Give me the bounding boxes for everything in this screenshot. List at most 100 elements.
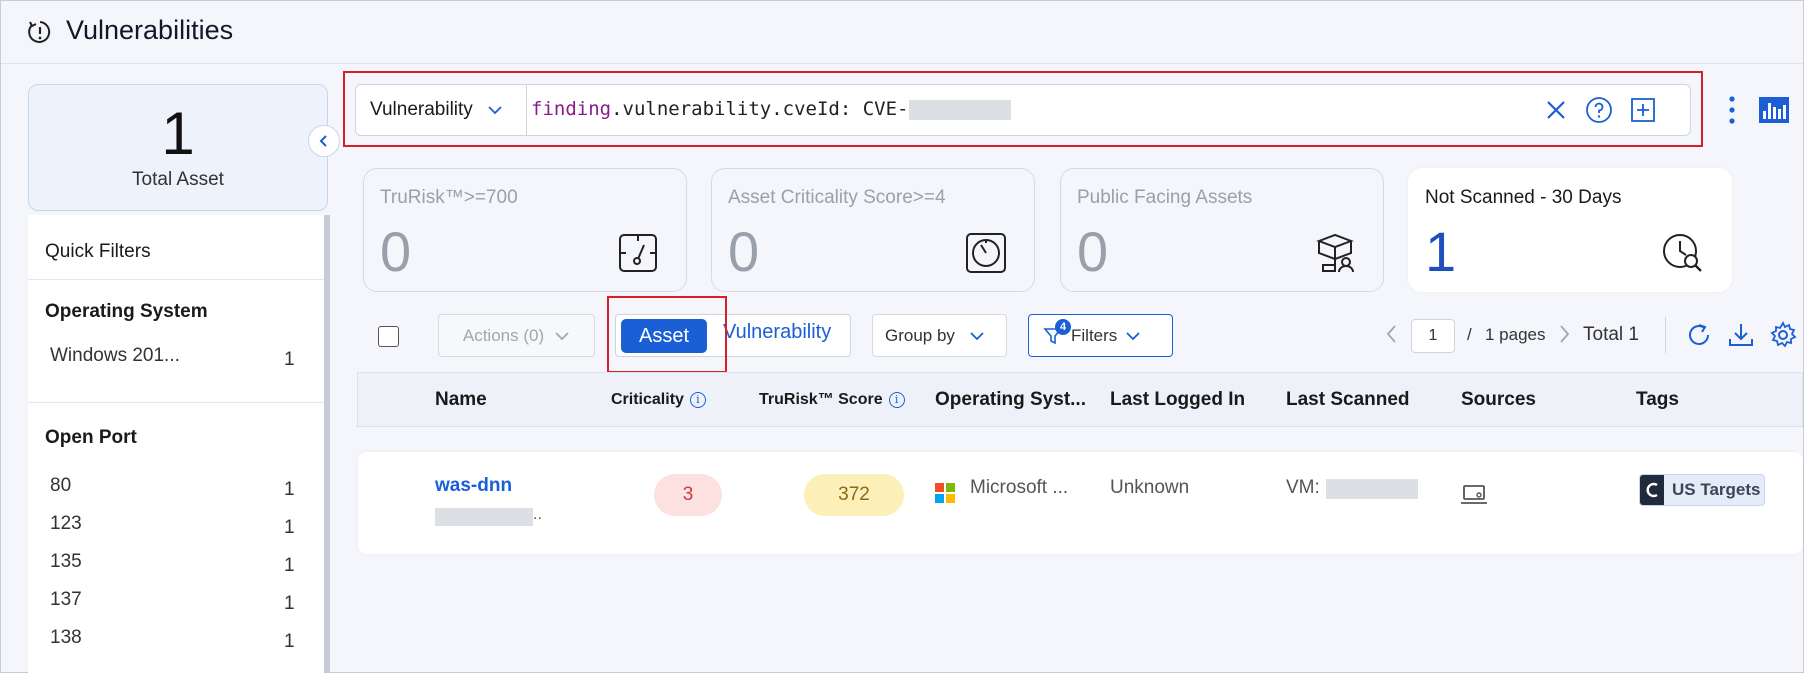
help-button[interactable]: [1585, 96, 1613, 124]
help-icon: [1586, 97, 1612, 123]
download-icon[interactable]: [1727, 321, 1755, 349]
query-text: .vulnerability.cveId: CVE-: [611, 98, 909, 120]
info-icon[interactable]: i: [888, 391, 905, 408]
stat-card-trurisk[interactable]: TruRisk™>=700 0: [363, 168, 687, 292]
last-logged-in-value: Unknown: [1110, 477, 1190, 498]
filter-item-label: Windows 201...: [50, 345, 180, 366]
chevron-down-icon: [488, 106, 502, 115]
search-query[interactable]: finding.vulnerability.cveId: CVE-: [531, 98, 1011, 120]
filter-item-port[interactable]: 123 1: [28, 513, 324, 543]
filter-item-port[interactable]: 138 1: [28, 627, 324, 657]
column-header-last-logged-in[interactable]: Last Logged In: [1110, 389, 1245, 411]
query-keyword: finding: [531, 98, 612, 120]
stat-label: Public Facing Assets: [1077, 187, 1253, 208]
filter-item-count: 1: [284, 349, 295, 370]
last-scanned-prefix: VM:: [1286, 477, 1320, 498]
chevron-left-icon: [319, 135, 327, 147]
vulnerability-view-button[interactable]: Vulnerability: [723, 321, 831, 344]
stat-value: 1: [1425, 220, 1457, 283]
column-header-os[interactable]: Operating Syst...: [935, 389, 1086, 411]
tag-chip[interactable]: US Targets: [1639, 474, 1765, 506]
redacted-value: [1326, 479, 1418, 499]
filter-item-count: 1: [284, 631, 295, 652]
add-query-button[interactable]: [1629, 96, 1657, 124]
redacted-value: [435, 508, 533, 526]
previous-page-icon[interactable]: [1384, 323, 1400, 345]
column-header-sources[interactable]: Sources: [1461, 389, 1536, 411]
search-scope-label: Vulnerability: [370, 99, 473, 120]
more-options-icon[interactable]: [1723, 94, 1741, 126]
filter-item-count: 1: [284, 593, 295, 614]
quick-filters-panel: Quick Filters Operating System Windows 2…: [28, 215, 324, 673]
column-header-tags[interactable]: Tags: [1636, 389, 1679, 411]
page-title: Vulnerabilities: [66, 15, 234, 45]
column-header-label: TruRisk™ Score: [759, 391, 883, 408]
trurisk-gauge-icon: [619, 234, 657, 272]
search-scope-dropdown[interactable]: Vulnerability: [356, 85, 527, 135]
stat-value: 0: [728, 220, 760, 283]
clear-search-button[interactable]: [1542, 96, 1570, 124]
chevron-down-icon: [555, 331, 569, 340]
criticality-badge: 3: [654, 474, 722, 516]
operating-system-value: Microsoft ...: [970, 477, 1069, 498]
toggle-highlight-box: [607, 296, 727, 373]
select-all-checkbox[interactable]: [378, 326, 399, 347]
page-separator: /: [1467, 325, 1472, 344]
table-row[interactable]: was-dnn .. 3 372 Microsoft ... Unknown V…: [358, 452, 1803, 554]
divider: [28, 402, 324, 403]
info-icon[interactable]: i: [689, 391, 706, 408]
group-by-dropdown[interactable]: Group by: [872, 314, 1007, 357]
close-icon: [1547, 101, 1565, 119]
criticality-gauge-icon: [966, 233, 1006, 273]
stat-card-criticality[interactable]: Asset Criticality Score>=4 0: [711, 168, 1035, 292]
filters-button[interactable]: Filters: [1028, 314, 1173, 357]
stat-card-not-scanned[interactable]: Not Scanned - 30 Days 1: [1408, 168, 1732, 292]
group-by-label: Group by: [885, 325, 955, 345]
refresh-icon[interactable]: [1685, 321, 1713, 349]
tag-icon: [1640, 475, 1664, 505]
column-header-label: Criticality: [611, 391, 684, 408]
settings-icon[interactable]: [1769, 321, 1797, 349]
asset-name-link[interactable]: was-dnn: [435, 475, 512, 497]
column-header-last-scanned[interactable]: Last Scanned: [1286, 389, 1410, 411]
next-page-icon[interactable]: [1556, 323, 1572, 345]
divider: [28, 279, 324, 280]
filter-item-label: 137: [50, 589, 82, 610]
filter-item-port[interactable]: 137 1: [28, 589, 324, 619]
column-header-criticality[interactable]: Criticality i: [611, 391, 706, 409]
filters-scrollbar[interactable]: [324, 215, 330, 673]
chevron-down-icon: [970, 331, 984, 340]
filter-item-port[interactable]: 135 1: [28, 551, 324, 581]
chevron-down-icon: [1126, 331, 1140, 340]
bar-chart-icon[interactable]: [1759, 97, 1789, 123]
actions-label: Actions (0): [462, 325, 545, 345]
search-bar[interactable]: Vulnerability finding.vulnerability.cveI…: [355, 84, 1691, 136]
filter-item-port[interactable]: 80 1: [28, 475, 324, 505]
agent-source-icon: [1461, 485, 1487, 504]
stat-label: TruRisk™>=700: [380, 187, 518, 208]
stat-value: 0: [380, 220, 412, 283]
stat-card-public-facing[interactable]: Public Facing Assets 0: [1060, 168, 1384, 292]
filter-item-count: 1: [284, 517, 295, 538]
filter-item-label: 80: [50, 475, 72, 496]
filter-item-label: 123: [50, 513, 82, 534]
asset-subtitle-suffix: ..: [533, 506, 542, 523]
microsoft-logo-icon: [935, 483, 955, 503]
filter-item-os[interactable]: Windows 201... 1: [28, 343, 324, 375]
filters-label: Filters: [1071, 325, 1118, 345]
filter-group-title-os: Operating System: [45, 301, 208, 322]
stat-value: 0: [1077, 220, 1109, 283]
public-assets-icon: [1316, 233, 1354, 273]
toolbar-divider: [1665, 317, 1666, 353]
actions-dropdown[interactable]: Actions (0): [438, 314, 595, 357]
page-count: 1 pages: [1485, 325, 1546, 344]
filter-item-label: 138: [50, 627, 82, 648]
collapse-panel-button[interactable]: [308, 125, 340, 157]
column-header-name[interactable]: Name: [435, 389, 487, 411]
stat-label: Asset Criticality Score>=4: [728, 187, 946, 208]
column-header-trurisk[interactable]: TruRisk™ Score i: [759, 391, 905, 409]
page-number-input[interactable]: 1: [1411, 319, 1455, 353]
total-asset-count: 1: [161, 100, 195, 167]
redacted-value: [908, 99, 1011, 120]
trurisk-badge: 372: [804, 474, 904, 516]
